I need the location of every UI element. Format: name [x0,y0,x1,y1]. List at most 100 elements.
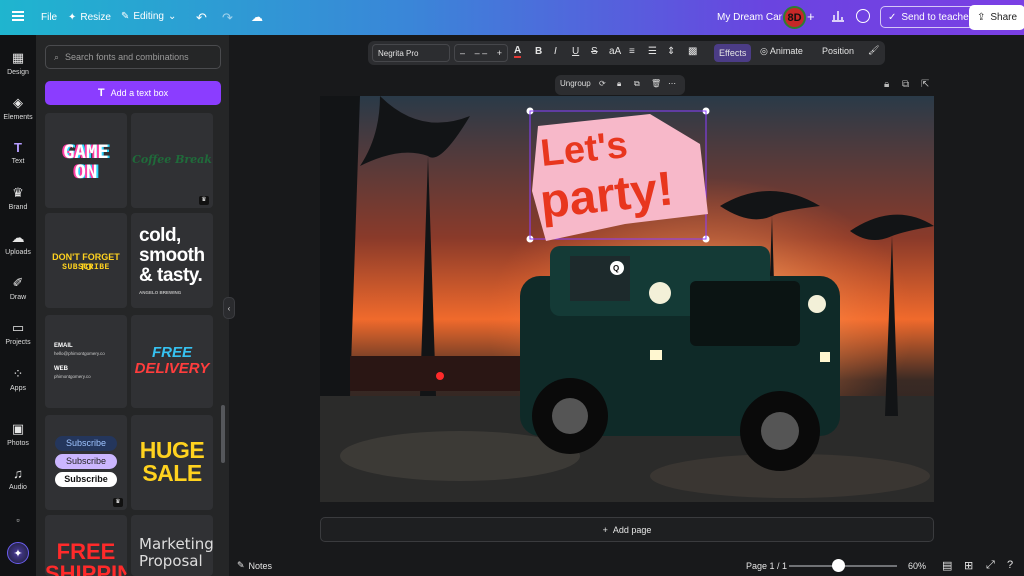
grid-view-icon[interactable]: ⊞ [964,559,973,572]
font-family-dropdown[interactable]: Negrita Pro [372,44,450,62]
text-template-cold-smooth[interactable]: cold, smooth & tasty. ANGELO BREWING [131,213,213,308]
rail-item-elements[interactable]: ◈ Elements [0,95,36,121]
duplicate-icon[interactable]: ⧉ [634,79,640,89]
file-menu[interactable]: File [41,12,57,23]
design-canvas[interactable]: Let's party! Q [320,96,934,502]
fullscreen-icon[interactable]: ⤢ [986,559,995,572]
rail-item-photos[interactable]: ▣ Photos [0,421,36,447]
editing-label: Editing [133,11,164,22]
collapse-panel-button[interactable]: ‹ [223,297,235,319]
rail-item-design[interactable]: ▦ Design [0,50,36,76]
text-template-subscribe[interactable]: Subscribe Subscribe Subscribe ♛ [45,415,127,510]
align-center-icon[interactable]: ≡ [629,46,635,57]
text-format-toolbar: Negrita Pro – – – + A B I U S aA ≡ ☰ ⇕ ▩… [368,41,885,65]
tile-text-line: Marketing [139,535,213,553]
increase-size-button[interactable]: + [497,48,502,58]
editing-mode-dropdown[interactable]: ✎ Editing ⌄ [121,11,176,22]
lock-page-icon[interactable]: 🔒︎ [884,79,889,90]
tile-text-line: SUBSCRIBE [62,263,110,272]
tile-text-line: Subscribe [55,436,117,451]
font-size-value[interactable]: – – [475,48,488,58]
notes-button[interactable]: ✎ Notes [237,560,272,571]
text-template-free-delivery[interactable]: FREE DELIVERY [131,315,213,408]
italic-icon[interactable]: I [554,46,557,57]
rail-item-brand[interactable]: ♛ Brand [0,185,36,211]
share-button[interactable]: ⇪ Share [969,5,1024,30]
text-color-icon[interactable]: A [514,46,522,58]
rail-item-draw[interactable]: ✐ Draw [0,275,36,301]
letter-case-icon[interactable]: aA [609,46,621,57]
rail-item-projects[interactable]: ▭ Projects [0,320,36,346]
page-grid-icon[interactable]: ▤ [942,559,952,572]
spacing-icon[interactable]: ⇕ [667,46,675,57]
transparency-icon[interactable]: ▩ [688,46,697,57]
text-template-free-shipping[interactable]: FREE SHIPPING [45,515,127,576]
premium-crown-icon: ♛ [199,196,209,205]
text-template-huge-sale[interactable]: HUGE SALE [131,415,213,510]
underline-icon[interactable]: U [572,46,579,57]
rail-item-apps[interactable]: ⁘ Apps [0,366,36,392]
add-page-icon[interactable]: ⇱ [921,79,929,90]
send-to-teacher-button[interactable]: ✓ Send to teacher [880,6,980,28]
panel-scrollbar[interactable] [221,405,225,463]
undo-button[interactable]: ↶ [196,10,207,26]
layout-icon: ▦ [11,50,25,65]
magic-assistant-button[interactable]: ✦ [7,542,29,564]
avatar[interactable]: 8D [783,6,806,29]
tile-text-line: SHIPPING [45,561,127,576]
add-collaborator-button[interactable]: + [807,9,815,24]
hamburger-menu-icon[interactable] [12,11,24,21]
decrease-size-button[interactable]: – [460,48,465,58]
text-template-contact[interactable]: EMAIL hello@phimontgomery.co WEB phimont… [45,315,127,408]
brand-icon: ♛ [12,185,24,200]
cloud-save-icon[interactable]: ☁ [251,10,263,24]
animate-button[interactable]: ◎ Animate [760,46,803,57]
text-template-dont-forget[interactable]: DON'T FORGET TO SUBSCRIBE [45,213,127,308]
tile-text-line: Proposal [139,552,203,570]
lock-icon[interactable]: 🔒︎ [617,79,621,89]
bold-icon[interactable]: B [535,46,542,57]
more-apps-icon[interactable]: ▫ [0,515,36,528]
comment-icon[interactable] [856,9,870,23]
tile-text-line: smooth [139,245,205,266]
check-circle-icon: ✓ [888,11,897,23]
text-template-game-on[interactable]: GAME ON [45,113,127,208]
rail-item-audio[interactable]: ♫ Audio [0,466,36,491]
copy-style-icon[interactable]: 🖌 [868,45,879,56]
bottom-status-bar: ✎ Notes Page 1 / 1 60% ▤ ⊞ ⤢ ? [229,553,1024,576]
share-icon: ⇪ [977,12,986,23]
search-input[interactable]: ⌕ Search fonts and combinations [45,45,221,69]
help-icon[interactable]: ? [1007,559,1013,571]
zoom-level[interactable]: 60% [908,561,926,571]
rail-item-text[interactable]: T Text [0,140,36,165]
ungroup-button[interactable]: Ungroup [560,79,591,88]
font-size-control[interactable]: – – – + [454,44,508,62]
text-template-coffee-break[interactable]: Coffee Break ♛ [131,113,213,208]
rotate-handle-label[interactable]: Q [613,264,619,273]
add-page-button[interactable]: + Add page [320,517,934,542]
insights-icon[interactable] [830,9,848,25]
zoom-slider-handle[interactable] [832,559,845,572]
duplicate-page-icon[interactable]: ⧉ [902,79,909,90]
text-template-marketing[interactable]: Marketing Proposal [131,515,213,576]
send-to-teacher-label: Send to teacher [901,11,972,23]
position-button[interactable]: Position [822,46,854,56]
tile-text-line: FREE [56,539,116,564]
rail-item-uploads[interactable]: ☁ Uploads [0,230,36,256]
list-icon[interactable]: ☰ [648,46,657,57]
design-title[interactable]: My Dream Car [717,12,782,23]
more-options-icon[interactable]: ⋯ [668,79,676,88]
rotate-icon[interactable]: ⟳ [599,79,606,88]
page-indicator[interactable]: Page 1 / 1 [746,561,787,571]
add-text-box-button[interactable]: T Add a text box [45,81,221,105]
animate-icon: ◎ [760,46,768,56]
tile-text-line: cold, [139,225,181,246]
rail-label: Uploads [5,249,31,256]
pen-icon: ✐ [12,275,24,290]
effects-button[interactable]: Effects [714,44,752,62]
redo-button[interactable]: ↷ [222,10,233,26]
top-toolbar: File ✦ Resize ✎ Editing ⌄ ↶ ↷ ☁ My Dream… [0,0,1024,35]
strikethrough-icon[interactable]: S [591,46,598,57]
delete-icon[interactable]: 🗑︎ [651,79,661,88]
resize-button[interactable]: ✦ Resize [68,12,111,23]
